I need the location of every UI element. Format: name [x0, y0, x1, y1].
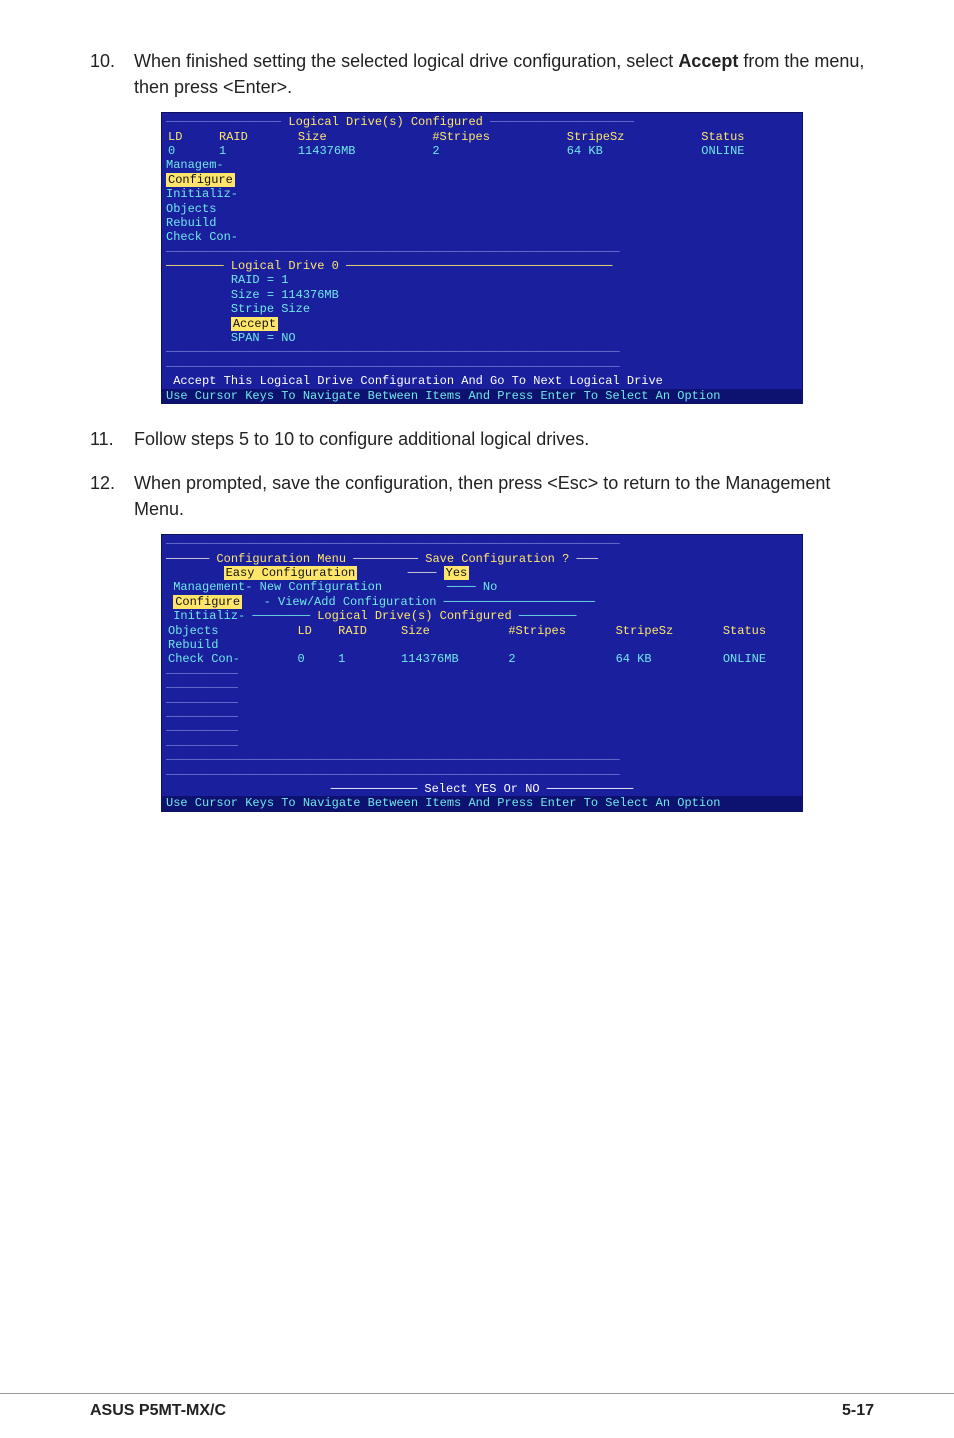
t1-h-raid: RAID — [213, 130, 292, 144]
terminal-screenshot-2: ────────────────────────────────────────… — [161, 534, 803, 811]
terminal-screenshot-1: ──────────────── Logical Drive(s) Config… — [161, 112, 803, 404]
t2-r-status: ONLINE — [717, 652, 802, 666]
t2-r-raid: 1 — [332, 652, 395, 666]
t2-cfg-title: Configuration Menu — [216, 552, 346, 566]
t1-h-size: Size — [292, 130, 426, 144]
step-10-body: When finished setting the selected logic… — [134, 48, 874, 100]
t1-menu-init: Initializ- — [162, 187, 802, 201]
page-footer: ASUS P5MT-MX/C 5-17 — [0, 1393, 954, 1438]
t1-subtitle: Logical Drive 0 — [231, 259, 339, 273]
t2-h-stripesz: StripeSz — [610, 624, 717, 638]
t2-h-raid: RAID — [332, 624, 395, 638]
t1-menu-manage: Managem- — [162, 158, 802, 172]
t1-r-stripesz: 64 KB — [561, 144, 695, 158]
t1-prompt: Accept This Logical Drive Configuration … — [173, 374, 663, 388]
footer-left: ASUS P5MT-MX/C — [90, 1402, 226, 1420]
t1-menu-rebuild: Rebuild — [162, 216, 802, 230]
t2-left-init: Initializ- — [173, 609, 245, 623]
t2-cfg-new: New Configuration — [260, 580, 382, 594]
t2-r-stripes: 2 — [502, 652, 609, 666]
t2-h-size: Size — [395, 624, 502, 638]
t1-menu-objects: Objects — [162, 202, 802, 216]
t2-prompt: Select YES Or NO — [424, 782, 539, 796]
t1-sub-size: Size = 114376MB — [231, 288, 339, 302]
t1-h-status: Status — [695, 130, 802, 144]
footer-right: 5-17 — [842, 1402, 874, 1420]
t1-r-raid: 1 — [213, 144, 292, 158]
t2-left-management: Management- — [173, 580, 252, 594]
step-12-num: 12. — [90, 470, 134, 522]
t2-h-status: Status — [717, 624, 802, 638]
t1-r-stripes: 2 — [426, 144, 560, 158]
t2-h-stripes: #Stripes — [502, 624, 609, 638]
step-10-bold: Accept — [678, 51, 738, 71]
t1-h-ld: LD — [162, 130, 213, 144]
t2-left-rebuild: Rebuild — [162, 638, 291, 652]
step-11: 11. Follow steps 5 to 10 to configure ad… — [90, 426, 874, 452]
t1-sub-span: SPAN = NO — [231, 331, 296, 345]
step-12: 12. When prompted, save the configuratio… — [90, 470, 874, 522]
t1-table: LD RAID Size #Stripes StripeSz Status 0 … — [162, 130, 802, 159]
t2-save-title: Save Configuration ? — [425, 552, 569, 566]
t1-hint: Use Cursor Keys To Navigate Between Item… — [166, 389, 721, 403]
t1-r-size: 114376MB — [292, 144, 426, 158]
step-10-pre: When finished setting the selected logic… — [134, 51, 678, 71]
t1-sub-accept: Accept — [231, 317, 278, 331]
t1-sub-stripe: Stripe Size — [231, 302, 310, 316]
t1-menu-configure: Configure — [166, 173, 235, 187]
t2-table: Objects LD RAID Size #Stripes StripeSz S… — [162, 624, 802, 667]
step-11-body: Follow steps 5 to 10 to configure additi… — [134, 426, 874, 452]
t2-hint: Use Cursor Keys To Navigate Between Item… — [166, 796, 721, 810]
t1-menu-check: Check Con- — [162, 230, 802, 244]
step-11-num: 11. — [90, 426, 134, 452]
t1-h-stripesz: StripeSz — [561, 130, 695, 144]
t2-cfg-easy: Easy Configuration — [224, 566, 358, 580]
t2-left-objects: Objects — [162, 624, 291, 638]
t1-h-stripes: #Stripes — [426, 130, 560, 144]
t2-no: No — [483, 580, 497, 594]
t2-cfg-view: View/Add Configuration — [278, 595, 436, 609]
t1-title: Logical Drive(s) Configured — [288, 115, 482, 129]
t2-r-size: 114376MB — [395, 652, 502, 666]
t1-r-ld: 0 — [162, 144, 213, 158]
t1-r-status: ONLINE — [695, 144, 802, 158]
t2-title: Logical Drive(s) Configured — [317, 609, 511, 623]
t2-yes: Yes — [444, 566, 470, 580]
t2-left-configure: Configure — [173, 595, 242, 609]
step-10-num: 10. — [90, 48, 134, 100]
step-12-body: When prompted, save the configuration, t… — [134, 470, 874, 522]
t2-h-ld: LD — [291, 624, 332, 638]
t2-r-stripesz: 64 KB — [610, 652, 717, 666]
t2-r-ld: 0 — [291, 652, 332, 666]
step-10: 10. When finished setting the selected l… — [90, 48, 874, 100]
t2-left-check: Check Con- — [162, 652, 291, 666]
t1-sub-raid: RAID = 1 — [231, 273, 289, 287]
